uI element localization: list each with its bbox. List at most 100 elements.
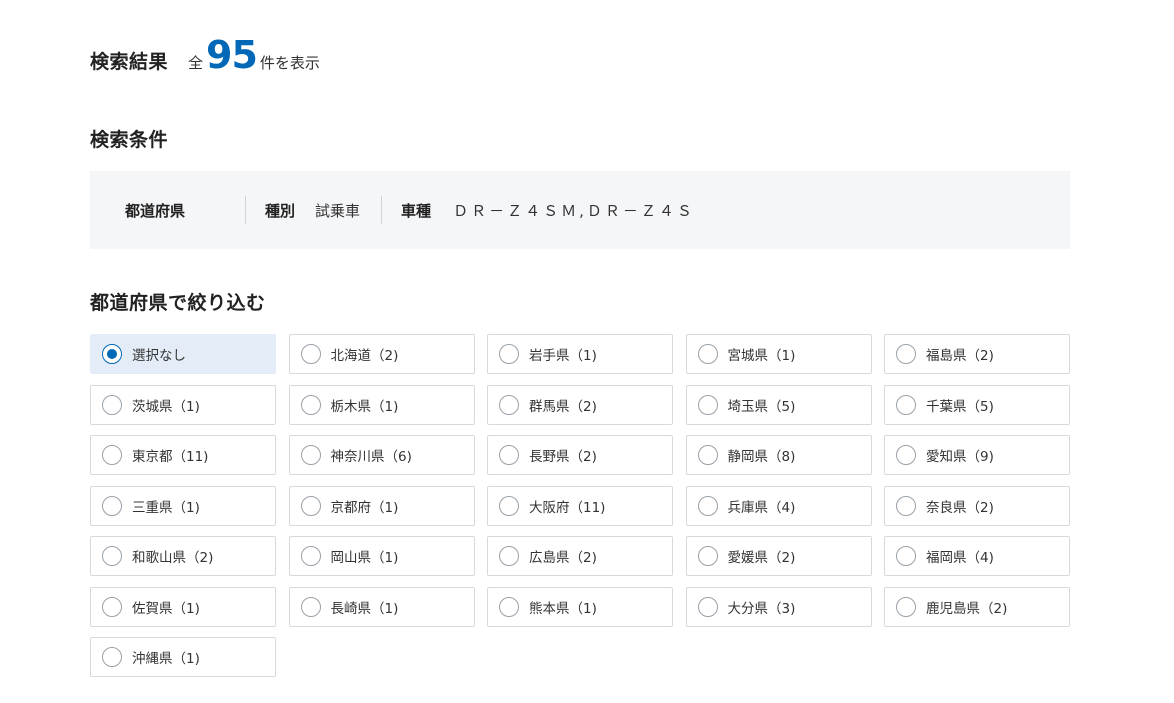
prefecture-option[interactable]: 茨城県（1) <box>90 384 276 425</box>
search-results-page: 検索結果 全 95 件を表示 検索条件 都道府県 種別 試乗車 車種 ＤＲ－Ｚ４… <box>0 0 1174 703</box>
radio-unchecked-icon[interactable] <box>300 495 321 516</box>
condition-label: 都道府県 <box>125 201 186 220</box>
radio-unchecked-icon[interactable] <box>499 445 519 465</box>
radio-checked-icon[interactable] <box>102 344 122 364</box>
prefecture-option[interactable]: 愛知県（9) <box>884 435 1070 475</box>
prefecture-option-label: 茨城県（1) <box>132 398 200 415</box>
radio-unchecked-icon[interactable] <box>697 596 718 617</box>
prefecture-option[interactable]: 群馬県（2) <box>487 384 673 425</box>
radio-unchecked-icon[interactable] <box>896 546 916 566</box>
prefecture-option-label: 長崎県（1) <box>330 600 399 617</box>
prefecture-option-label: 宮城県（1) <box>727 348 796 364</box>
prefecture-option-label: 沖縄県（1) <box>132 651 200 667</box>
prefecture-option[interactable]: 長崎県（1) <box>288 586 475 627</box>
count-prefix: 全 <box>188 54 204 72</box>
prefecture-option-label: 和歌山県（2) <box>132 550 214 566</box>
prefecture-option[interactable]: 栃木県（1) <box>288 384 475 425</box>
prefecture-option[interactable]: 静岡県（8) <box>685 435 872 475</box>
radio-dot-icon <box>107 349 117 359</box>
radio-unchecked-icon[interactable] <box>499 495 519 516</box>
prefecture-option-label: 大分県（3) <box>727 600 796 617</box>
prefecture-option[interactable]: 岩手県（1) <box>487 334 673 374</box>
radio-unchecked-icon[interactable] <box>697 344 718 364</box>
radio-unchecked-icon[interactable] <box>896 394 916 415</box>
radio-unchecked-icon[interactable] <box>896 495 916 516</box>
radio-unchecked-icon[interactable] <box>300 445 321 465</box>
count-number: 95 <box>206 33 258 77</box>
condition-model: 車種 ＤＲ－Ｚ４ＳＭ,ＤＲ－Ｚ４Ｓ <box>401 196 695 224</box>
radio-unchecked-icon[interactable] <box>102 495 122 516</box>
radio-unchecked-icon[interactable] <box>102 647 122 667</box>
prefecture-option-label: 岡山県（1) <box>330 550 399 566</box>
prefecture-option-label: 栃木県（1) <box>330 398 399 415</box>
prefecture-option[interactable]: 岡山県（1) <box>288 536 475 576</box>
prefecture-option-label: 愛媛県（2) <box>727 550 796 566</box>
prefecture-option-label: 広島県（2) <box>529 550 597 566</box>
results-header: 検索結果 全 95 件を表示 <box>90 36 320 74</box>
prefecture-option[interactable]: 福岡県（4) <box>884 536 1070 576</box>
radio-unchecked-icon[interactable] <box>499 546 519 566</box>
prefecture-option[interactable]: 熊本県（1) <box>487 586 673 627</box>
conditions-box: 都道府県 種別 試乗車 車種 ＤＲ－Ｚ４ＳＭ,ＤＲ－Ｚ４Ｓ <box>90 171 1070 249</box>
radio-unchecked-icon[interactable] <box>697 546 718 566</box>
radio-unchecked-icon[interactable] <box>499 344 519 364</box>
prefecture-option-label: 東京都（11) <box>132 449 209 465</box>
radio-unchecked-icon[interactable] <box>102 596 122 617</box>
prefecture-option-label: 長野県（2) <box>529 449 597 465</box>
radio-unchecked-icon[interactable] <box>499 394 519 415</box>
radio-unchecked-icon[interactable] <box>102 394 122 415</box>
prefecture-option[interactable]: 鹿児島県（2) <box>884 586 1070 627</box>
radio-unchecked-icon[interactable] <box>300 344 321 364</box>
prefecture-option[interactable]: 沖縄県（1) <box>90 637 276 677</box>
prefecture-option[interactable]: 埼玉県（5) <box>685 384 872 425</box>
radio-unchecked-icon[interactable] <box>102 546 122 566</box>
prefecture-option-label: 佐賀県（1) <box>132 600 200 617</box>
prefecture-option-label: 兵庫県（4) <box>727 499 796 516</box>
prefecture-option-label: 岩手県（1) <box>529 348 597 364</box>
radio-unchecked-icon[interactable] <box>102 445 122 465</box>
prefecture-option-label: 千葉県（5) <box>926 398 994 415</box>
prefecture-option[interactable]: 兵庫県（4) <box>685 485 872 526</box>
prefecture-option[interactable]: 東京都（11) <box>90 435 276 475</box>
prefecture-option-label: 静岡県（8) <box>727 449 796 465</box>
conditions-title: 検索条件 <box>90 129 169 151</box>
prefecture-option[interactable]: 宮城県（1) <box>685 334 872 374</box>
radio-unchecked-icon[interactable] <box>896 445 916 465</box>
prefecture-option-label: 愛知県（9) <box>926 449 994 465</box>
prefecture-option[interactable]: 福島県（2) <box>884 334 1070 374</box>
prefecture-option-label: 北海道（2) <box>330 348 399 364</box>
radio-unchecked-icon[interactable] <box>697 445 718 465</box>
prefecture-option[interactable]: 選択なし <box>90 334 276 374</box>
prefecture-option-label: 群馬県（2) <box>529 398 597 415</box>
prefecture-option[interactable]: 愛媛県（2) <box>685 536 872 576</box>
condition-label: 車種 <box>401 201 432 220</box>
prefecture-filter-grid: 選択なし 北海道（2) 岩手県（1) 宮城県（1) 福島県（2) 茨城県（1) 栃木県（1)… <box>90 334 1070 677</box>
radio-unchecked-icon[interactable] <box>697 495 718 516</box>
prefecture-option[interactable]: 三重県（1) <box>90 485 276 526</box>
prefecture-option[interactable]: 北海道（2) <box>288 334 475 374</box>
prefecture-option[interactable]: 佐賀県（1) <box>90 586 276 627</box>
prefecture-option[interactable]: 京都府（1) <box>288 485 475 526</box>
prefecture-option[interactable]: 奈良県（2) <box>884 485 1070 526</box>
prefecture-option[interactable]: 大分県（3) <box>685 586 872 627</box>
prefecture-option[interactable]: 大阪府（11) <box>487 485 673 526</box>
radio-unchecked-icon[interactable] <box>499 596 519 617</box>
prefecture-option[interactable]: 広島県（2) <box>487 536 673 576</box>
radio-unchecked-icon[interactable] <box>300 596 321 617</box>
condition-divider <box>245 196 247 224</box>
prefecture-option[interactable]: 神奈川県（6) <box>288 435 475 475</box>
radio-unchecked-icon[interactable] <box>896 596 916 617</box>
prefecture-option[interactable]: 千葉県（5) <box>884 384 1070 425</box>
prefecture-option-label: 福岡県（4) <box>926 550 994 566</box>
prefecture-option[interactable]: 長野県（2) <box>487 435 673 475</box>
radio-unchecked-icon[interactable] <box>300 546 321 566</box>
prefecture-option-label: 京都府（1) <box>330 499 399 516</box>
filter-title: 都道府県で絞り込む <box>90 292 266 314</box>
radio-unchecked-icon[interactable] <box>697 394 718 415</box>
prefecture-option-label: 奈良県（2) <box>926 499 994 516</box>
prefecture-option-label: 選択なし <box>132 348 186 364</box>
radio-unchecked-icon[interactable] <box>300 394 321 415</box>
radio-unchecked-icon[interactable] <box>896 344 916 364</box>
prefecture-option[interactable]: 和歌山県（2) <box>90 536 276 576</box>
results-count: 全 95 件を表示 <box>188 36 320 74</box>
